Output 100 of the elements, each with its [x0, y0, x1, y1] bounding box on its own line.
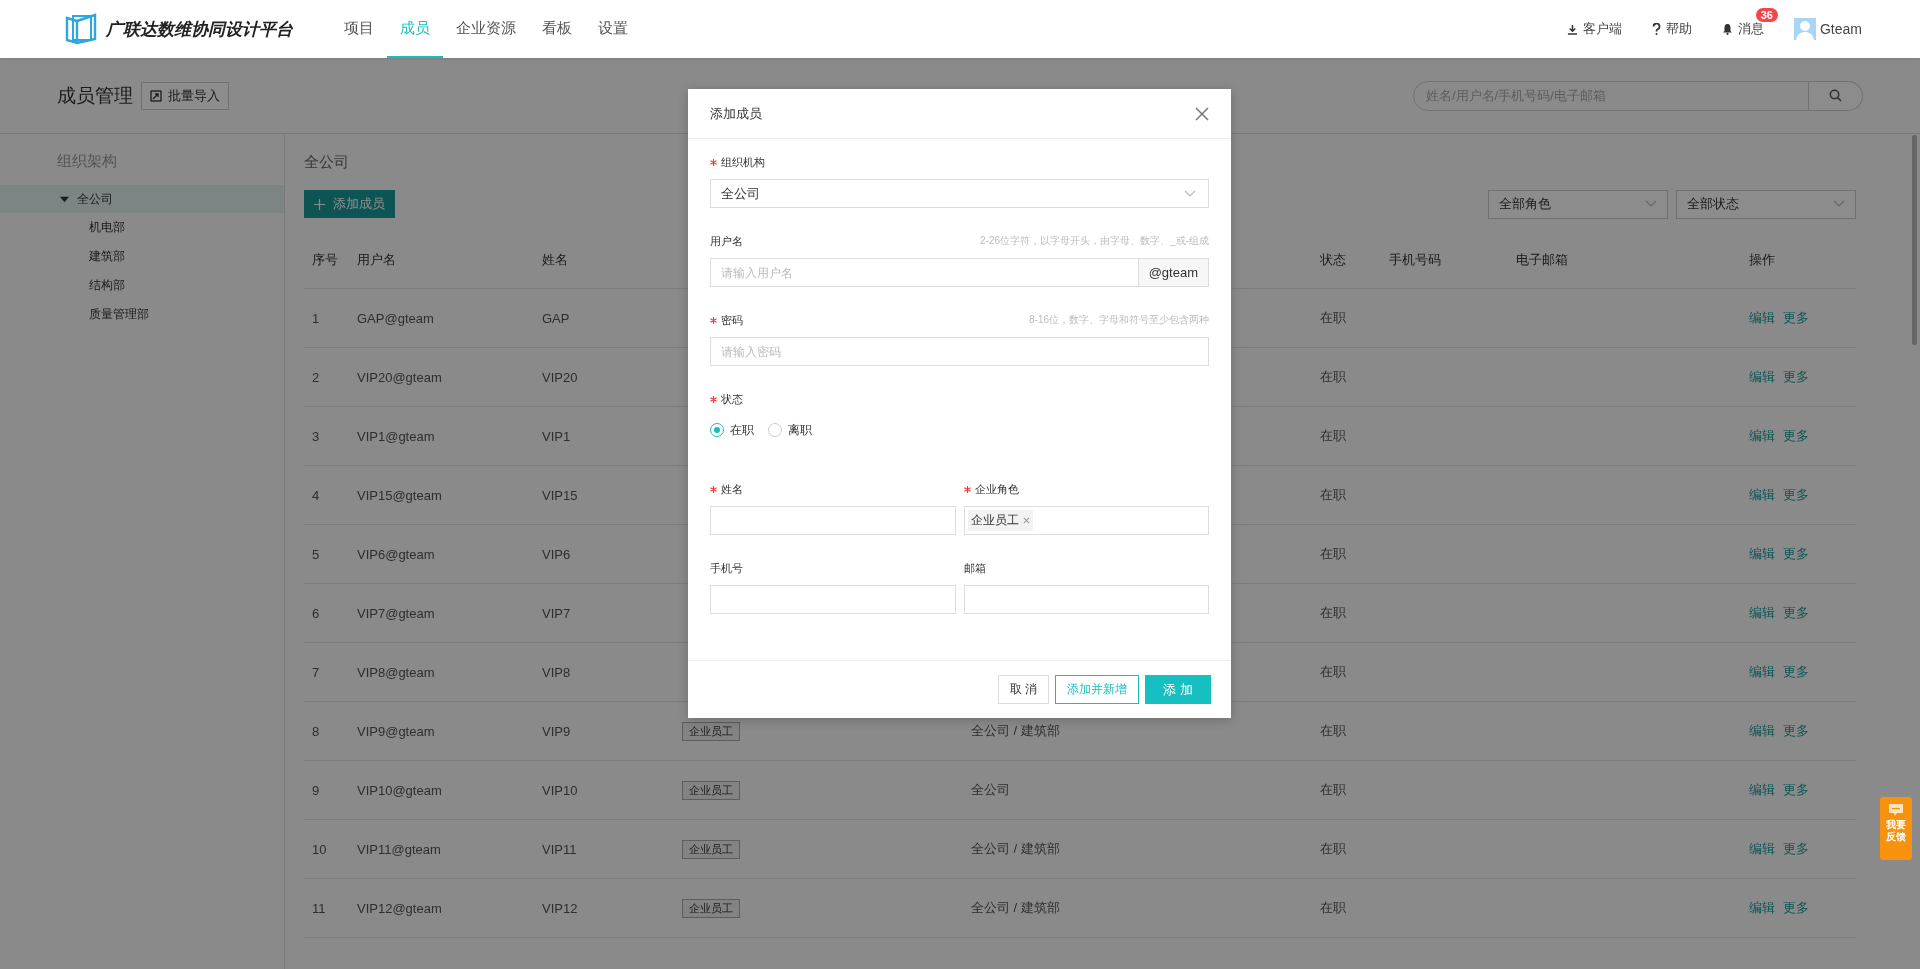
row-action-link[interactable]: 编辑: [1749, 899, 1775, 917]
row-action-link[interactable]: 编辑: [1749, 309, 1775, 327]
field-label: 密码: [721, 312, 743, 328]
input-field[interactable]: 请输入用户名: [710, 258, 1139, 287]
row-action-link[interactable]: 更多: [1783, 899, 1809, 917]
feedback-button[interactable]: 我要反馈: [1880, 797, 1912, 860]
table-cell-text: 全公司 / 建筑部: [971, 840, 1061, 858]
dialog-button[interactable]: 添加并新增: [1055, 675, 1140, 704]
field-label: 手机号: [710, 560, 743, 576]
section-title: 全公司: [304, 151, 349, 172]
scrollbar-thumb[interactable]: [1912, 135, 1917, 345]
filter-dropdown[interactable]: 全部状态: [1676, 189, 1856, 219]
domain-suffix: @gteam: [1138, 258, 1209, 287]
row-action-link[interactable]: 编辑: [1749, 604, 1775, 622]
row-action-link[interactable]: 编辑: [1749, 722, 1775, 740]
input-field[interactable]: [710, 585, 956, 614]
row-action-link[interactable]: 更多: [1783, 486, 1809, 504]
row-action-link[interactable]: 编辑: [1749, 663, 1775, 681]
table-cell-text: VIP7: [542, 605, 572, 621]
tree-item[interactable]: 机电部: [0, 213, 284, 242]
chevron-down-icon: [1645, 200, 1657, 208]
row-action-link[interactable]: 更多: [1783, 309, 1809, 327]
nav-tab[interactable]: 看板: [529, 0, 585, 58]
input-field[interactable]: [963, 585, 1209, 614]
row-action-link[interactable]: 更多: [1783, 722, 1809, 740]
row-action-link[interactable]: 更多: [1783, 781, 1809, 799]
import-icon: [150, 89, 162, 102]
table-cell-text: GAP: [542, 310, 571, 326]
table-cell-text: 7: [312, 664, 321, 680]
search-button[interactable]: [1809, 80, 1863, 111]
table-cell-text: 在职: [1320, 840, 1347, 858]
row-action-link[interactable]: 编辑: [1749, 781, 1775, 799]
row-action-link[interactable]: 更多: [1783, 545, 1809, 563]
field-label: 状态: [721, 391, 743, 407]
page-title: 成员管理: [57, 83, 133, 108]
table-cell-text: 10: [312, 841, 328, 857]
input-field[interactable]: 请输入密码: [710, 337, 1209, 366]
table-cell-text: 11: [312, 900, 327, 916]
field-label: 组织机构: [721, 154, 765, 170]
nav-tab[interactable]: 设置: [585, 0, 641, 58]
role-tag: 企业员工: [682, 839, 740, 859]
input-field[interactable]: [710, 506, 956, 535]
row-action-link[interactable]: 更多: [1783, 604, 1809, 622]
table-cell-text: VIP10@gteam: [357, 782, 443, 798]
chevron-down-icon: [1184, 189, 1196, 198]
table-cell-text: VIP9: [542, 723, 572, 739]
column-header: 操作: [1749, 250, 1776, 269]
radio-option[interactable]: 在职: [710, 421, 754, 439]
dialog-button[interactable]: 添 加: [1145, 675, 1211, 704]
table-cell-text: 在职: [1320, 368, 1347, 386]
row-action-link[interactable]: 编辑: [1749, 840, 1775, 858]
bell-icon: [1722, 23, 1733, 35]
table-cell-text: VIP9@gteam: [357, 723, 436, 739]
dialog-button[interactable]: 取 消: [998, 675, 1050, 704]
header-action[interactable]: 客户端: [1567, 20, 1622, 38]
table-cell-text: 6: [312, 605, 321, 621]
close-icon[interactable]: [1022, 517, 1030, 524]
tree-item[interactable]: 建筑部: [0, 242, 284, 271]
tree-item[interactable]: 质量管理部: [0, 300, 284, 329]
table-cell-text: 在职: [1320, 427, 1347, 445]
column-header: 用户名: [357, 250, 397, 269]
table-cell-text: 在职: [1320, 722, 1347, 740]
user-name[interactable]: Gteam: [1820, 21, 1862, 37]
caret-icon[interactable]: [60, 194, 69, 204]
import-button[interactable]: 批量导入: [141, 81, 229, 110]
table-cell-text: 2: [312, 369, 321, 385]
table-cell-text: VIP8: [542, 664, 572, 680]
nav-tab[interactable]: 项目: [331, 0, 387, 58]
field-label: 用户名: [710, 233, 743, 249]
download-icon: [1567, 23, 1578, 35]
tree-item[interactable]: 全公司: [0, 185, 284, 213]
row-action-link[interactable]: 编辑: [1749, 368, 1775, 386]
column-header: 状态: [1320, 250, 1347, 269]
row-action-link[interactable]: 更多: [1783, 368, 1809, 386]
row-action-link[interactable]: 更多: [1783, 663, 1809, 681]
table-cell-text: VIP6@gteam: [357, 546, 436, 562]
filter-dropdown[interactable]: 全部角色: [1488, 189, 1668, 219]
select-field[interactable]: 全公司: [710, 179, 1209, 208]
role-tag: 企业员工: [682, 898, 740, 918]
table-cell-text: VIP6: [542, 546, 572, 562]
radio-option[interactable]: 离职: [768, 421, 812, 439]
nav-tab[interactable]: 企业资源: [443, 0, 529, 58]
tree-item[interactable]: 结构部: [0, 271, 284, 300]
row-action-link[interactable]: 更多: [1783, 427, 1809, 445]
table-cell-text: GAP@gteam: [357, 310, 435, 326]
table-cell-text: 在职: [1320, 309, 1347, 327]
header-action[interactable]: 帮助: [1652, 20, 1692, 38]
tag-select-field[interactable]: 企业员工: [963, 506, 1209, 535]
nav-tab[interactable]: 成员: [387, 0, 443, 58]
row-action-link[interactable]: 编辑: [1749, 427, 1775, 445]
role-tag: 企业员工: [682, 780, 740, 800]
close-button[interactable]: [1195, 106, 1209, 121]
row-action-link[interactable]: 更多: [1783, 840, 1809, 858]
table-cell-text: VIP20: [542, 369, 579, 385]
row-action-link[interactable]: 编辑: [1749, 545, 1775, 563]
row-action-link[interactable]: 编辑: [1749, 486, 1775, 504]
header-action[interactable]: 消息: [1722, 20, 1764, 38]
add-member-button[interactable]: 添加成员: [304, 190, 395, 218]
avatar-icon[interactable]: [1794, 18, 1816, 40]
table-cell-text: VIP1: [542, 428, 572, 444]
